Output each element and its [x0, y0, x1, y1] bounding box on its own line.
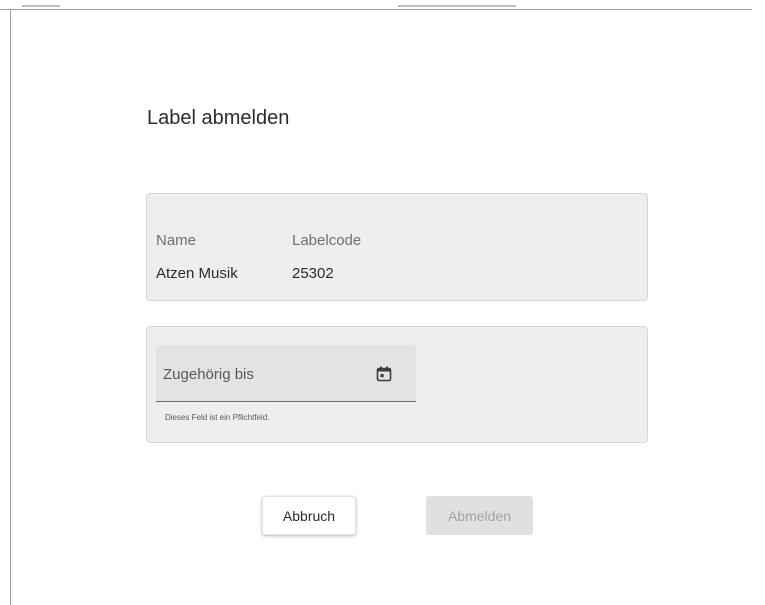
- background-text-fragment: [22, 0, 60, 7]
- labelcode-label: Labelcode: [292, 232, 362, 249]
- abmelden-button[interactable]: Abmelden: [426, 496, 533, 535]
- background-divider: [0, 9, 752, 10]
- date-card: Zugehörig bis Dieses Feld ist ein Pflich…: [146, 326, 648, 443]
- dialog-title: Label abmelden: [147, 107, 290, 129]
- zugehoerig-bis-label: Zugehörig bis: [163, 366, 254, 383]
- cancel-button[interactable]: Abbruch: [262, 496, 356, 535]
- label-info-card: Name Labelcode Atzen Musik 25302: [146, 193, 648, 301]
- page: Label abmelden Name Labelcode Atzen Musi…: [0, 0, 765, 605]
- zugehoerig-bis-field[interactable]: Zugehörig bis: [156, 345, 416, 402]
- required-hint: Dieses Feld ist ein Pflichtfeld.: [165, 413, 270, 422]
- labelcode-value: 25302: [292, 265, 334, 282]
- name-value: Atzen Musik: [156, 265, 238, 282]
- calendar-icon[interactable]: [375, 365, 393, 383]
- name-label: Name: [156, 232, 197, 249]
- background-text-fragment: [398, 0, 516, 7]
- background-divider: [10, 10, 11, 605]
